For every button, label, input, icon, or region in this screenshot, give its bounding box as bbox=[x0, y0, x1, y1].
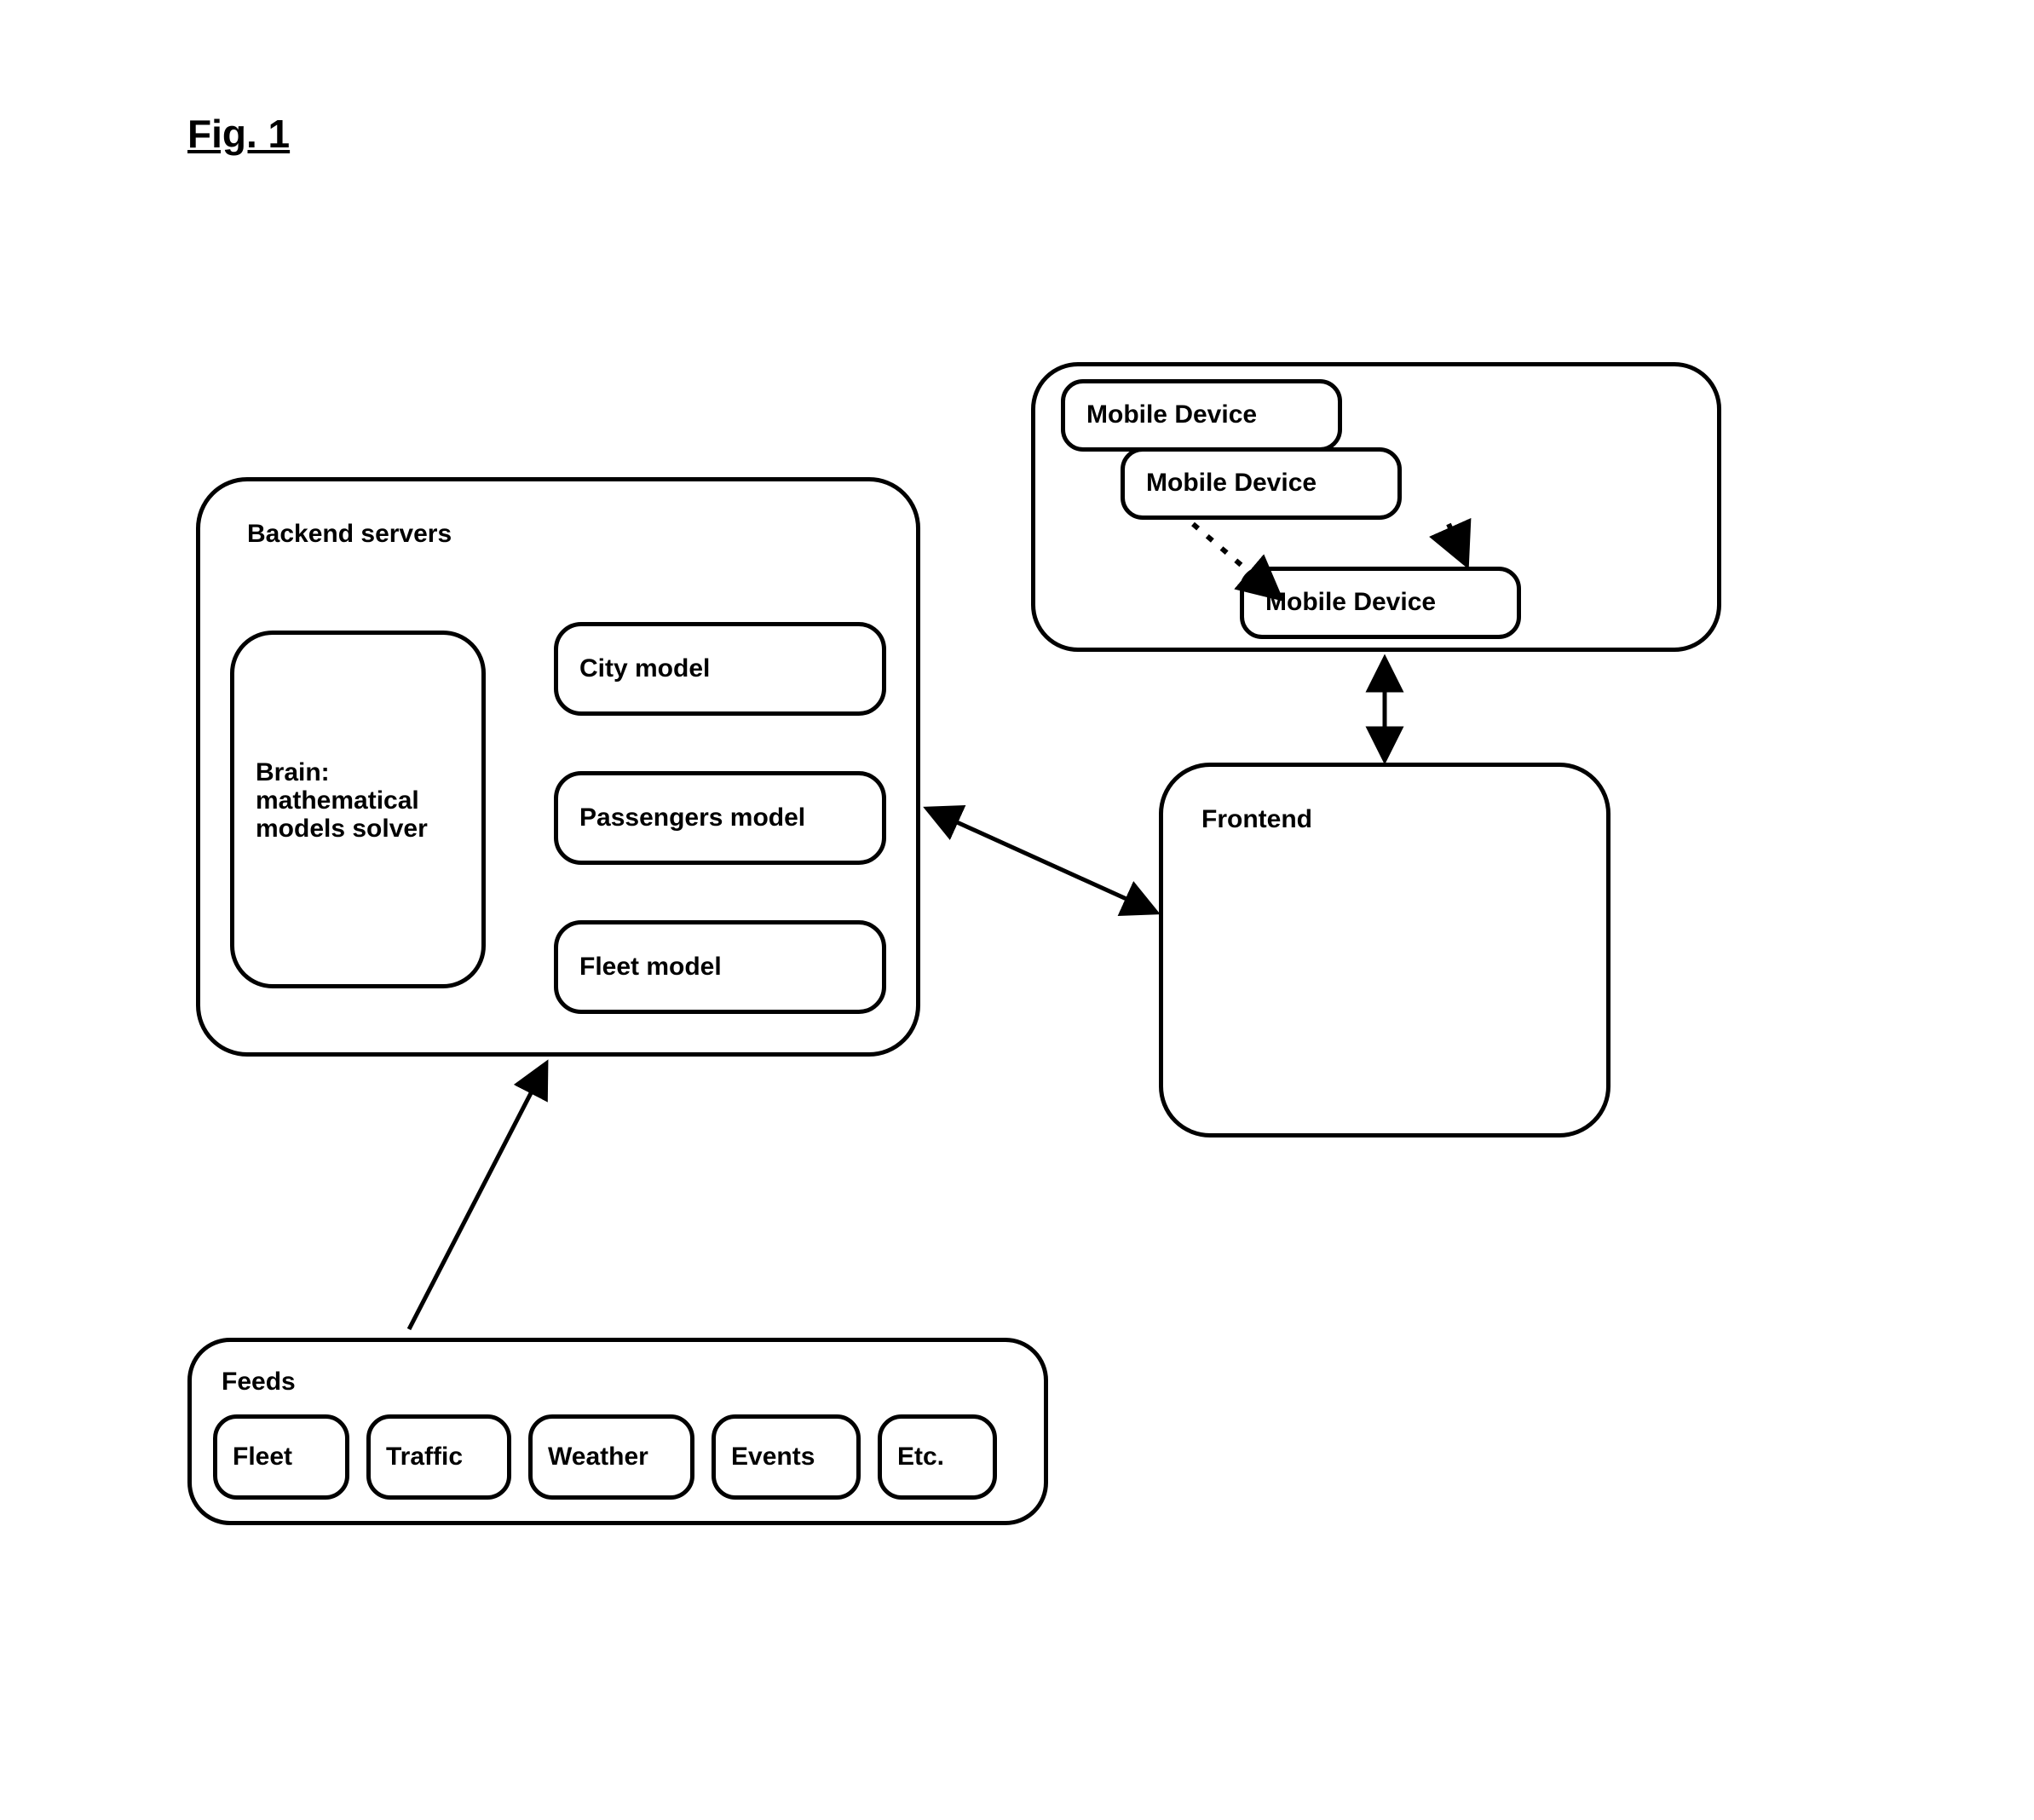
frontend-label: Frontend bbox=[1201, 805, 1312, 833]
feed-item-fleet: Fleet bbox=[213, 1414, 349, 1500]
fleet-model-label: Fleet model bbox=[579, 953, 722, 981]
feed-item-weather: Weather bbox=[528, 1414, 694, 1500]
diagram-canvas: Fig. 1 Backend servers Brain: mathematic… bbox=[0, 0, 2034, 1820]
feed-item-label: Fleet bbox=[233, 1443, 292, 1472]
feed-item-label: Events bbox=[731, 1443, 815, 1472]
passengers-model-label: Passengers model bbox=[579, 803, 805, 832]
feed-item-traffic: Traffic bbox=[366, 1414, 511, 1500]
mobile-device-label-3: Mobile Device bbox=[1265, 588, 1436, 616]
feed-item-label: Traffic bbox=[386, 1443, 463, 1472]
feed-item-label: Weather bbox=[548, 1443, 648, 1472]
feed-item-events: Events bbox=[712, 1414, 861, 1500]
mobile-device-label-1: Mobile Device bbox=[1086, 400, 1257, 429]
brain-label: Brain: mathematical models solver bbox=[256, 758, 428, 843]
figure-title: Fig. 1 bbox=[187, 111, 290, 157]
feed-item-etc: Etc. bbox=[878, 1414, 997, 1500]
city-model-label: City model bbox=[579, 654, 710, 682]
backend-servers-label: Backend servers bbox=[247, 520, 452, 548]
feeds-title: Feeds bbox=[222, 1368, 296, 1396]
mobile-device-label-2: Mobile Device bbox=[1146, 469, 1317, 497]
feed-item-label: Etc. bbox=[897, 1443, 944, 1472]
